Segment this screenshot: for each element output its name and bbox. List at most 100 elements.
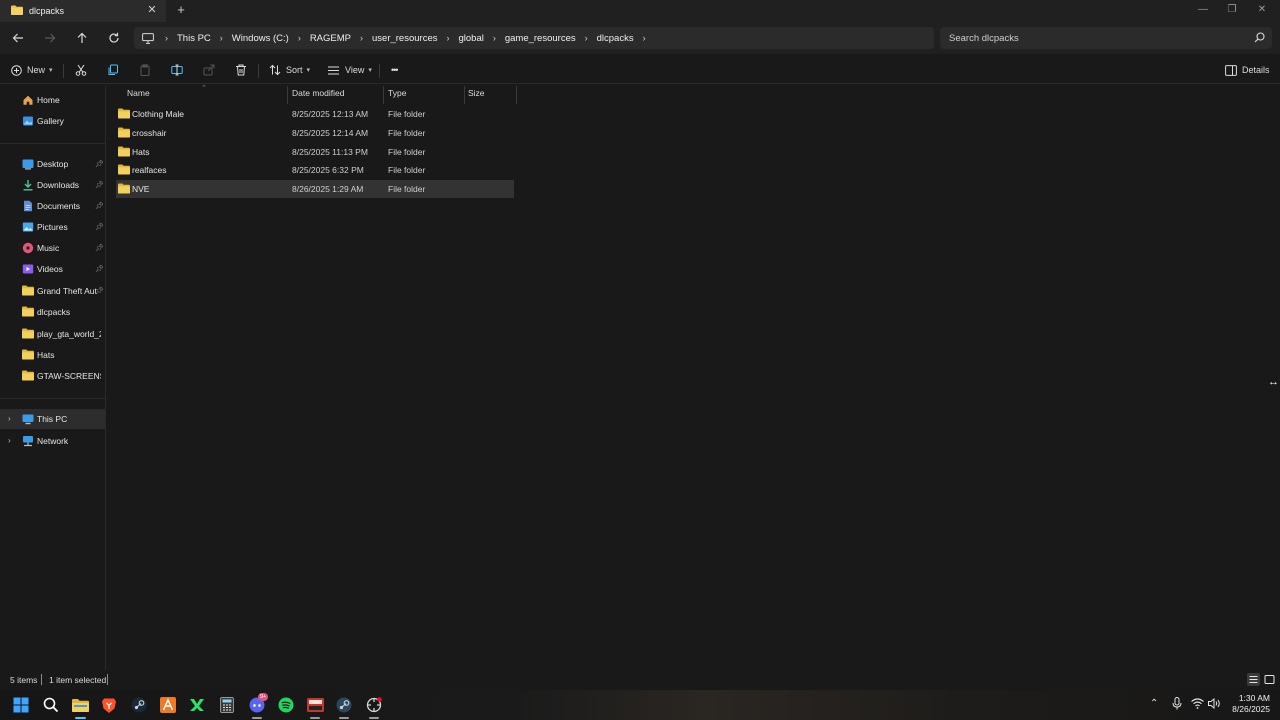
trash-icon — [236, 64, 246, 76]
up-button[interactable] — [74, 30, 90, 46]
search-box[interactable]: Search dlcpacks — [940, 27, 1272, 49]
chevron-up-icon[interactable]: ⌃ — [1150, 698, 1158, 709]
scissors-icon — [75, 64, 87, 76]
sidebar-item-desktop[interactable]: Desktop 📌︎ — [0, 154, 105, 174]
home-icon — [22, 94, 34, 106]
file-list: ⌃ Name Date modified Type Size Clothing … — [106, 85, 1280, 670]
pin-icon[interactable]: 📌︎ — [95, 223, 104, 231]
video-editor-icon[interactable] — [305, 695, 325, 715]
sidebar-item-network[interactable]: › Network — [0, 431, 105, 451]
pin-icon[interactable]: 📌︎ — [95, 287, 104, 295]
close-window-button[interactable]: ✕ — [1255, 3, 1269, 17]
refresh-button[interactable] — [106, 30, 122, 46]
breadcrumb-this-pc[interactable]: This PC › — [177, 33, 232, 44]
sidebar-item-home[interactable]: Home — [0, 90, 105, 110]
sidebar-item-videos[interactable]: Videos 📌︎ — [0, 259, 105, 279]
table-row[interactable]: Hats 8/25/2025 11:13 PM File folder — [116, 143, 514, 161]
breadcrumb-game-resources[interactable]: game_resources › — [505, 33, 597, 44]
file-explorer-icon[interactable] — [70, 695, 90, 715]
steam-icon[interactable] — [129, 695, 149, 715]
chevron-right-icon[interactable]: › — [220, 33, 223, 43]
column-divider[interactable] — [516, 86, 517, 104]
microphone-icon[interactable] — [1172, 697, 1182, 713]
maximize-button[interactable]: ❐ — [1225, 3, 1239, 17]
chevron-right-icon[interactable]: › — [585, 33, 588, 43]
pin-icon[interactable]: 📌︎ — [95, 265, 104, 273]
sidebar-item-this-pc[interactable]: › This PC — [0, 409, 105, 429]
close-tab-icon[interactable]: ✕ — [146, 4, 158, 16]
sidebar-item-grand-theft-auto[interactable]: Grand Theft Aut 📌︎ — [0, 281, 105, 301]
column-divider[interactable] — [464, 86, 465, 104]
column-divider[interactable] — [383, 86, 384, 104]
new-tab-button[interactable]: + — [174, 3, 188, 17]
pin-icon[interactable]: 📌︎ — [95, 202, 104, 210]
breadcrumb-windows-c[interactable]: Windows (C:) › — [232, 33, 310, 44]
column-header-type[interactable]: Type — [388, 88, 406, 104]
pin-icon[interactable]: 📌︎ — [95, 244, 104, 252]
chevron-right-icon[interactable]: › — [360, 33, 363, 43]
chevron-right-icon[interactable]: › — [8, 414, 11, 423]
steam-icon[interactable] — [334, 695, 354, 715]
more-options-button[interactable]: ••• — [391, 62, 399, 78]
sidebar-item-music[interactable]: Music 📌︎ — [0, 238, 105, 258]
address-bar[interactable]: › This PC › Windows (C:) › RAGEMP › user_re… — [134, 27, 934, 49]
paste-button[interactable] — [139, 62, 151, 78]
column-header-name[interactable]: Name — [127, 88, 150, 104]
calculator-icon[interactable] — [217, 695, 237, 715]
delete-button[interactable] — [235, 62, 247, 78]
spotify-icon[interactable] — [276, 695, 296, 715]
details-view-button[interactable] — [1247, 673, 1260, 686]
back-button[interactable] — [10, 30, 26, 46]
sidebar-item-documents[interactable]: Documents 📌︎ — [0, 196, 105, 216]
breadcrumb-user-resources[interactable]: user_resources › — [372, 33, 458, 44]
volume-icon[interactable] — [1208, 697, 1221, 712]
pin-icon[interactable]: 📌︎ — [95, 160, 104, 168]
breadcrumb-dlcpacks[interactable]: dlcpacks › — [597, 33, 655, 44]
ragemp-icon[interactable] — [364, 695, 384, 715]
tiles-view-button[interactable] — [1263, 673, 1276, 686]
sidebar-item-pictures[interactable]: Pictures 📌︎ — [0, 217, 105, 237]
app-orange-a-icon[interactable] — [158, 695, 178, 715]
chevron-right-icon[interactable]: › — [8, 436, 11, 445]
chevron-right-icon[interactable]: › — [643, 33, 646, 43]
share-button[interactable] — [203, 62, 215, 78]
sidebar-item-hats[interactable]: Hats — [0, 345, 105, 365]
brave-browser-icon[interactable] — [99, 695, 119, 715]
table-row[interactable]: crosshair 8/25/2025 12:14 AM File folder — [116, 124, 514, 142]
breadcrumb-ragemp[interactable]: RAGEMP › — [310, 33, 372, 44]
sidebar-item-gtaw-screens[interactable]: GTAW-SCREENS — [0, 366, 105, 386]
view-button[interactable]: View ▾ — [327, 62, 372, 78]
search-icon[interactable] — [41, 695, 61, 715]
cut-button[interactable] — [75, 62, 87, 78]
sidebar-item-play-gta-world[interactable]: play_gta_world_220 — [0, 324, 105, 344]
column-header-size[interactable]: Size — [468, 88, 485, 104]
new-button[interactable]: New ▾ — [11, 62, 53, 78]
copy-button[interactable] — [107, 62, 119, 78]
sidebar-item-downloads[interactable]: Downloads 📌︎ — [0, 175, 105, 195]
start-icon[interactable] — [11, 695, 31, 715]
details-pane-button[interactable]: Details — [1225, 62, 1270, 78]
chevron-right-icon[interactable]: › — [493, 33, 496, 43]
system-clock[interactable]: 1:30 AM 8/26/2025 — [1232, 693, 1270, 715]
table-row-selected[interactable]: NVE 8/26/2025 1:29 AM File folder — [116, 180, 514, 198]
column-header-date[interactable]: Date modified — [292, 88, 344, 104]
chevron-right-icon[interactable]: › — [298, 33, 301, 43]
breadcrumb-global[interactable]: global › — [458, 33, 504, 44]
wifi-icon[interactable] — [1191, 698, 1204, 712]
table-row[interactable]: realfaces 8/25/2025 6:32 PM File folder — [116, 161, 514, 179]
forward-button[interactable] — [42, 30, 58, 46]
column-divider[interactable] — [287, 86, 288, 104]
pin-icon[interactable]: 📌︎ — [95, 181, 104, 189]
sidebar-item-gallery[interactable]: Gallery — [0, 111, 105, 131]
app-green-icon[interactable] — [187, 695, 207, 715]
search-input[interactable]: Search dlcpacks — [949, 33, 1019, 44]
chevron-right-icon[interactable]: › — [446, 33, 449, 43]
sidebar-item-dlcpacks[interactable]: dlcpacks — [0, 302, 105, 322]
rename-button[interactable] — [171, 62, 183, 78]
table-row[interactable]: Clothing Male 8/25/2025 12:13 AM File fo… — [116, 105, 514, 123]
search-icon[interactable] — [1254, 32, 1265, 45]
sort-button[interactable]: Sort ▾ — [269, 62, 310, 78]
chevron-right-icon[interactable]: › — [165, 33, 168, 43]
minimize-button[interactable]: — — [1196, 3, 1210, 17]
tab-dlcpacks[interactable]: dlcpacks ✕ — [0, 0, 166, 22]
